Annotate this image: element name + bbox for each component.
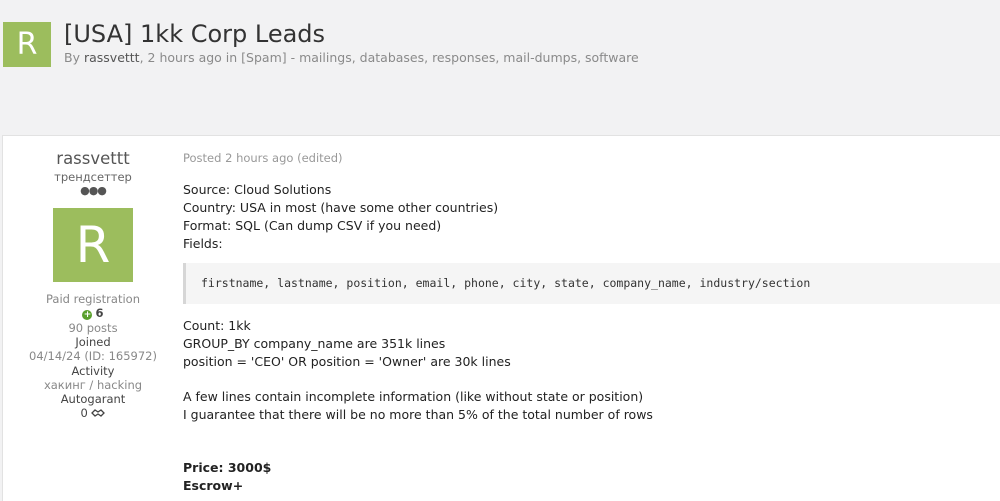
topic-byline: By rassvettt, 2 hours ago in [Spam] - ma… (64, 50, 639, 65)
autogarant-label: Autogarant (60, 392, 126, 406)
autogarant-count: 0 (80, 406, 88, 420)
group-by-line: GROUP_BY company_name are 351k lines (183, 336, 446, 351)
reputation-badge[interactable]: +6 (3, 306, 183, 320)
joined-label: Joined (75, 335, 111, 349)
source-line: Source: Cloud Solutions (183, 182, 332, 197)
activity-label: Activity (71, 364, 115, 378)
joined-value: 04/14/24 (ID: 165972) (29, 349, 157, 363)
fields-line: Fields: (183, 236, 223, 251)
author-group: Paid registration (46, 292, 140, 306)
escrow-line: Escrow+ (183, 478, 244, 493)
handshake-icon (91, 409, 106, 417)
price-line: Price: 3000$ (183, 460, 272, 475)
format-line: Format: SQL (Can dump CSV if you need) (183, 218, 442, 233)
post-timestamp: Posted 2 hours ago (edited) (183, 151, 343, 165)
post-container: rassvettt трендсеттер ●●● R Paid registr… (2, 135, 1000, 501)
author-posts-count: 90 posts (68, 321, 118, 335)
topic-author-avatar[interactable]: R (3, 22, 51, 67)
author-avatar[interactable]: R (53, 208, 133, 282)
author-rank: трендсеттер (54, 170, 132, 184)
byline-time: , 2 hours ago in (139, 50, 242, 65)
activity-value: хакинг / hacking (43, 378, 143, 392)
fields-code: firstname, lastname, position, email, ph… (201, 276, 811, 290)
byline-prefix: By (64, 50, 80, 65)
reputation-plus-icon: + (82, 310, 93, 320)
byline-forum-link[interactable]: [Spam] - mailings, databases, responses,… (241, 50, 639, 65)
count-line: Count: 1kk (183, 318, 251, 333)
author-name-link[interactable]: rassvettt (3, 149, 183, 168)
rank-pips-icon: ●●● (80, 184, 107, 197)
reputation-count: 6 (95, 306, 104, 320)
byline-author-link[interactable]: rassvettt (84, 50, 140, 65)
autogarant-value: 0 (3, 406, 183, 420)
fields-code-block: firstname, lastname, position, email, ph… (183, 263, 1000, 304)
country-line: Country: USA in most (have some other co… (183, 200, 499, 215)
topic-title: [USA] 1kk Corp Leads (64, 20, 326, 48)
guarantee-note: I guarantee that there will be no more t… (183, 407, 653, 422)
position-line: position = 'CEO' OR position = 'Owner' a… (183, 354, 511, 369)
topic-header: R [USA] 1kk Corp Leads By rassvettt, 2 h… (0, 0, 1000, 135)
incomplete-note: A few lines contain incomplete informati… (183, 389, 644, 404)
